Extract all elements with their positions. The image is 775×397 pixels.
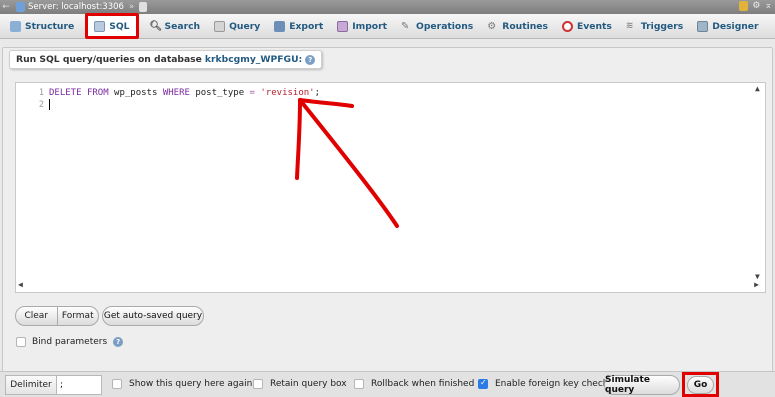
bind-parameters-checkbox[interactable]: [16, 337, 26, 347]
sql-column-name: post_type: [195, 88, 245, 98]
sql-string: 'revision': [260, 88, 315, 98]
collapse-icon[interactable]: ⌅: [764, 1, 772, 11]
foreign-key-option[interactable]: Enable foreign key checks: [478, 378, 613, 389]
query-icon: [214, 20, 226, 32]
foreign-key-label: Enable foreign key checks: [495, 379, 613, 389]
designer-icon: [697, 20, 709, 32]
delimiter-field: Delimiter: [5, 375, 102, 395]
routines-icon: ⚙: [487, 20, 497, 32]
tab-label: Designer: [712, 20, 759, 32]
rollback-checkbox[interactable]: [354, 379, 364, 389]
tab-label: Export: [289, 20, 324, 32]
scroll-up-arrow-icon[interactable]: ▲: [755, 84, 760, 93]
bind-parameters-label: Bind parameters: [32, 337, 108, 347]
show-query-option[interactable]: Show this query here again: [112, 379, 252, 389]
sql-keyword: DELETE: [49, 88, 82, 98]
text-caret: [49, 99, 50, 110]
help-icon[interactable]: ?: [305, 54, 316, 65]
structure-icon: [10, 20, 21, 32]
sql-keyword: FROM: [86, 88, 109, 98]
foreign-key-checkbox[interactable]: [478, 378, 488, 389]
tab-export[interactable]: Export: [267, 14, 330, 39]
tab-label: Import: [352, 20, 388, 32]
legend-text: Run SQL query/queries on database: [16, 54, 202, 65]
help-icon[interactable]: ?: [113, 337, 124, 347]
triggers-icon: ≋: [625, 20, 634, 31]
format-button[interactable]: Format: [58, 307, 99, 325]
server-icon: [16, 2, 25, 12]
vertical-scrollbar[interactable]: ▲ ▼: [752, 83, 765, 281]
gear-icon[interactable]: ⚙: [752, 1, 760, 11]
clock-icon: [561, 20, 573, 32]
tab-label: Query: [229, 20, 261, 32]
tab-designer[interactable]: Designer: [690, 14, 765, 39]
tab-routines[interactable]: ⚙ Routines: [480, 14, 555, 39]
simulate-query-button[interactable]: Simulate query: [604, 375, 680, 395]
breadcrumb-separator: »: [128, 2, 135, 12]
retain-query-option[interactable]: Retain query box: [253, 379, 347, 389]
sql-icon: [94, 20, 106, 32]
sql-keyword: WHERE: [162, 88, 190, 98]
tab-bar: Structure SQL 🔍︎ Search Query Export Imp…: [0, 13, 775, 39]
tab-label: Operations: [416, 20, 474, 32]
lock-icon[interactable]: [739, 1, 749, 11]
horizontal-scrollbar[interactable]: ◀ ▶: [16, 279, 765, 292]
retain-query-label: Retain query box: [270, 379, 347, 389]
tab-sql[interactable]: SQL: [85, 13, 139, 39]
scroll-left-arrow-icon[interactable]: ◀: [18, 280, 23, 289]
query-options-bar: Delimiter Show this query here again Ret…: [0, 371, 775, 397]
import-icon: [337, 20, 349, 32]
retain-query-checkbox[interactable]: [253, 379, 263, 389]
sql-code-line[interactable]: DELETE FROM wp_posts WHERE post_type = '…: [49, 88, 320, 98]
go-button[interactable]: Go: [687, 376, 714, 394]
tab-query[interactable]: Query: [207, 14, 267, 39]
scroll-right-arrow-icon[interactable]: ▶: [754, 280, 759, 289]
top-breadcrumb-bar: ← Server: localhost:3306 » ⚙ ⌅: [0, 0, 775, 14]
tab-events[interactable]: Events: [555, 14, 619, 39]
wrench-icon: ✎: [401, 20, 410, 32]
tab-label: SQL: [109, 20, 130, 32]
show-query-checkbox[interactable]: [112, 379, 122, 389]
export-icon: [274, 20, 286, 32]
rollback-label: Rollback when finished: [371, 379, 475, 389]
sql-semicolon: ;: [314, 88, 320, 98]
tab-label: Structure: [25, 20, 75, 32]
tab-search[interactable]: 🔍︎ Search: [143, 14, 208, 39]
tab-label: Triggers: [640, 20, 684, 32]
tab-triggers[interactable]: ≋ Triggers: [619, 14, 690, 39]
clear-button[interactable]: Clear: [16, 307, 58, 325]
tab-label: Search: [164, 20, 201, 32]
tab-label: Routines: [502, 20, 548, 32]
database-link[interactable]: krkbcgmy_WPFGU:: [205, 54, 302, 65]
delimiter-label: Delimiter: [6, 376, 57, 394]
bind-parameters-row: Bind parameters ?: [16, 337, 124, 347]
back-arrow-icon[interactable]: ←: [0, 2, 12, 12]
sql-query-panel: Run SQL query/queries on database krkbcg…: [2, 47, 773, 373]
sql-operator: =: [249, 88, 255, 98]
tab-structure[interactable]: Structure: [3, 14, 81, 39]
breadcrumb-server[interactable]: Server: localhost:3306: [28, 2, 124, 12]
tab-import[interactable]: Import: [330, 14, 394, 39]
database-icon: [139, 2, 148, 12]
line-number: 2: [38, 100, 44, 110]
sql-table-name: wp_posts: [114, 88, 158, 98]
panel-legend: Run SQL query/queries on database krkbcg…: [9, 50, 323, 69]
delimiter-input[interactable]: [57, 376, 101, 394]
tab-label: Events: [576, 20, 612, 32]
rollback-option[interactable]: Rollback when finished: [354, 379, 474, 389]
line-number: 1: [38, 88, 44, 98]
get-autosaved-query-button[interactable]: Get auto-saved query: [102, 306, 204, 326]
clear-format-group: Clear Format: [15, 306, 99, 326]
search-icon: 🔍︎: [149, 20, 163, 32]
sql-editor[interactable]: 1 2 DELETE FROM wp_posts WHERE post_type…: [15, 82, 766, 293]
line-number-gutter: 1 2: [16, 83, 46, 292]
tab-operations[interactable]: ✎ Operations: [394, 14, 480, 39]
breadcrumb: Server: localhost:3306 »: [12, 2, 148, 12]
show-query-label: Show this query here again: [129, 379, 253, 389]
